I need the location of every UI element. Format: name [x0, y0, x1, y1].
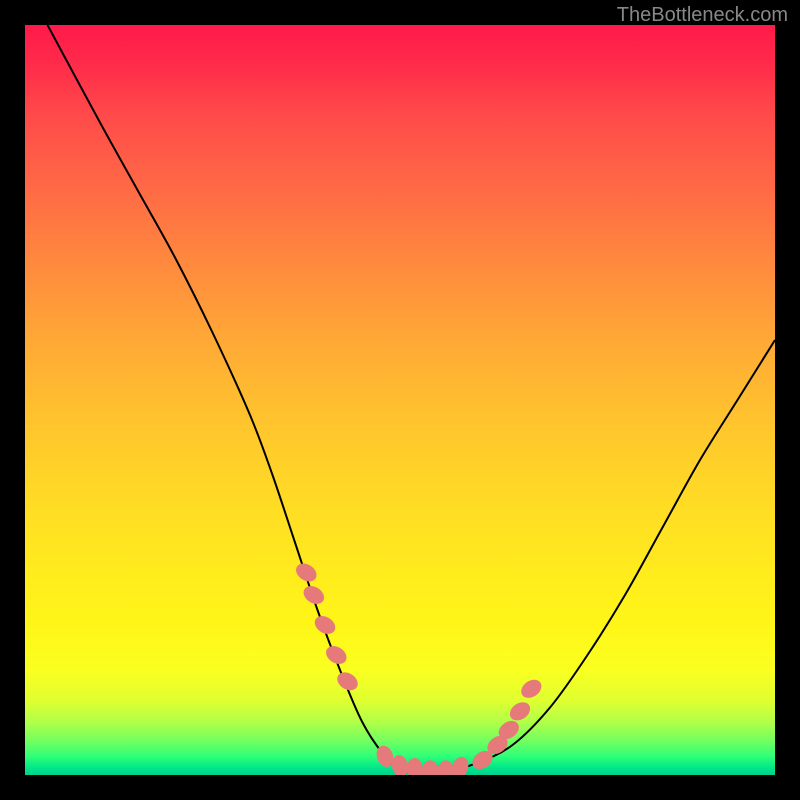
marker-point: [421, 760, 438, 775]
highlight-markers: [293, 560, 545, 775]
marker-point: [311, 612, 338, 637]
curve-line: [48, 25, 776, 772]
marker-point: [323, 642, 350, 667]
watermark-text: TheBottleneck.com: [617, 4, 788, 27]
chart-svg: [25, 25, 775, 775]
marker-point: [506, 698, 533, 724]
marker-point: [518, 676, 545, 702]
marker-point: [406, 757, 423, 775]
marker-point: [300, 582, 327, 607]
marker-point: [293, 560, 320, 585]
plot-area: [25, 25, 775, 775]
marker-point: [449, 754, 472, 775]
